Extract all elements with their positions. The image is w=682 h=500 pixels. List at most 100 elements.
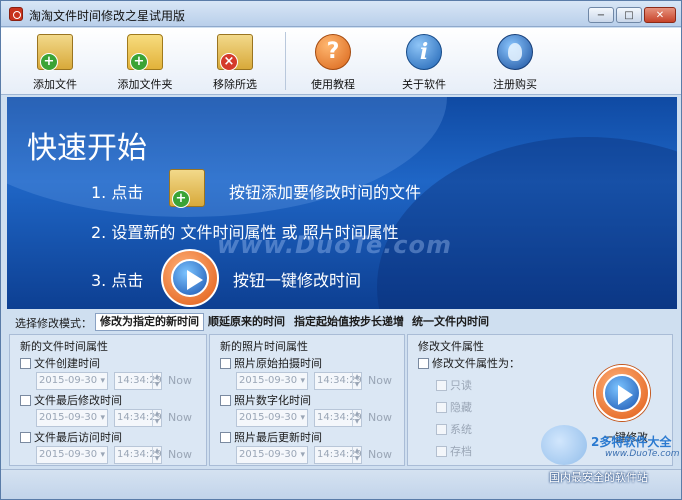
photo-updated-checkbox[interactable]: 照片最后更新时间 (220, 429, 322, 445)
date-picker[interactable]: 2015-09-30 (236, 372, 308, 390)
watermark-slogan: 国内最安全的软件站 (549, 471, 648, 484)
file-accessed-checkbox[interactable]: 文件最后访问时间 (20, 429, 122, 445)
attr-system-checkbox[interactable]: 系统 (436, 421, 472, 437)
step3-text: 按钮一键修改时间 (233, 271, 362, 290)
spinner-icon[interactable]: ▲ ▼ (352, 410, 361, 426)
time-picker[interactable]: 14:34:29 ▲ ▼ (114, 409, 162, 427)
now-button[interactable]: Now (368, 448, 392, 461)
remove-badge-icon: × (220, 53, 238, 71)
checkbox-box[interactable] (220, 394, 231, 406)
mode-tab-unify[interactable]: 统一文件内时间 (407, 313, 494, 331)
about-label: 关于软件 (402, 78, 446, 91)
date-picker[interactable]: 2015-09-30 (36, 446, 108, 464)
checkbox-box[interactable] (220, 431, 231, 443)
remove-selected-button[interactable]: × 移除所选 (195, 32, 275, 92)
photo-taken-checkbox[interactable]: 照片原始拍摄时间 (220, 355, 322, 371)
date-picker[interactable]: 2015-09-30 (36, 372, 108, 390)
help-icon: ? (315, 34, 351, 70)
add-file-button[interactable]: + 添加文件 (15, 32, 95, 92)
date-picker[interactable]: 2015-09-30 (236, 446, 308, 464)
file-attr-title: 修改文件属性 (418, 340, 484, 353)
close-icon: ✕ (655, 9, 665, 21)
attr-hidden-checkbox[interactable]: 隐藏 (436, 399, 472, 415)
attr-archive-checkbox[interactable]: 存档 (436, 443, 472, 459)
spinner-icon[interactable]: ▲ ▼ (152, 410, 161, 426)
step1-text: 按钮添加要修改时间的文件 (229, 183, 422, 202)
spinner-icon[interactable]: ▲ ▼ (352, 447, 361, 463)
mascot-icon (541, 425, 587, 465)
watermark-url: www.DuoTe.com (605, 449, 680, 459)
add-folder-icon: + (127, 34, 163, 71)
checkbox-box[interactable] (20, 394, 31, 406)
time-picker[interactable]: 14:34:29 ▲ ▼ (314, 372, 362, 390)
add-file-icon: + (169, 169, 205, 208)
app-window: 淘淘文件时间修改之星试用版 − □ ✕ + 添加文件 + 添加文件夹 × 移除所… (0, 0, 682, 500)
info-icon: i (406, 34, 442, 70)
now-button[interactable]: Now (368, 411, 392, 424)
one-click-modify-button[interactable] (594, 365, 650, 421)
about-button[interactable]: i 关于软件 (384, 32, 464, 92)
photo-time-title: 新的照片时间属性 (220, 340, 308, 353)
quick-start-banner: 快速开始 1. 点击 + 按钮添加要修改时间的文件 2. 设置新的 文件时间属性… (7, 97, 677, 309)
checkbox-box[interactable] (20, 357, 31, 369)
minimize-button[interactable]: − (588, 7, 614, 23)
watermark-name: 2多特软件大全 (591, 435, 672, 449)
title-bar: 淘淘文件时间修改之星试用版 − □ ✕ (1, 1, 681, 27)
now-button[interactable]: Now (368, 374, 392, 387)
time-picker[interactable]: 14:34:29 ▲ ▼ (314, 446, 362, 464)
banner-title: 快速开始 (27, 131, 147, 166)
add-file-icon: + (37, 34, 73, 71)
photo-digitized-checkbox[interactable]: 照片数字化时间 (220, 392, 311, 408)
plus-badge-icon: + (172, 190, 190, 208)
maximize-icon: □ (624, 9, 634, 21)
now-button[interactable]: Now (168, 411, 192, 424)
plus-badge-icon: + (40, 53, 58, 71)
attr-readonly-checkbox[interactable]: 只读 (436, 377, 472, 393)
plus-badge-icon: + (130, 53, 148, 71)
checkbox-box[interactable] (418, 357, 429, 369)
file-created-checkbox[interactable]: 文件创建时间 (20, 355, 100, 371)
mode-label: 选择修改模式： (15, 317, 92, 330)
date-picker[interactable]: 2015-09-30 (36, 409, 108, 427)
add-file-label: 添加文件 (33, 78, 77, 91)
file-time-panel: 新的文件时间属性 文件创建时间 2015-09-30 14:34:29▲▼ No… (9, 334, 207, 466)
mode-tab-postpone[interactable]: 顺延原来的时间 (203, 313, 290, 331)
file-modified-checkbox[interactable]: 文件最后修改时间 (20, 392, 122, 408)
checkbox-box[interactable] (20, 431, 31, 443)
register-icon (497, 34, 533, 70)
now-button[interactable]: Now (168, 374, 192, 387)
toolbar-divider (285, 32, 286, 90)
tutorial-button[interactable]: ? 使用教程 (293, 32, 373, 92)
time-picker[interactable]: 14:34:29 ▲ ▼ (314, 409, 362, 427)
now-button[interactable]: Now (168, 448, 192, 461)
remove-selected-label: 移除所选 (213, 78, 257, 91)
step2-text: 2. 设置新的 文件时间属性 或 照片时间属性 (91, 223, 399, 242)
photo-time-panel: 新的照片时间属性 照片原始拍摄时间 2015-09-30 14:34:29▲▼ … (209, 334, 405, 466)
add-folder-button[interactable]: + 添加文件夹 (105, 32, 185, 92)
date-picker[interactable]: 2015-09-30 (236, 409, 308, 427)
maximize-button[interactable]: □ (616, 7, 642, 23)
spinner-icon[interactable]: ▲ ▼ (352, 373, 361, 389)
site-watermark-logo: 2多特软件大全 www.DuoTe.com 国内最安全的软件站 (541, 425, 681, 499)
spinner-icon[interactable]: ▲ ▼ (152, 373, 161, 389)
mode-tab-specified-time[interactable]: 修改为指定的新时间 (95, 313, 204, 331)
spinner-icon[interactable]: ▲ ▼ (152, 447, 161, 463)
mode-tab-step-increment[interactable]: 指定起始值按步长递增 (289, 313, 409, 331)
time-picker[interactable]: 14:34:29 ▲ ▼ (114, 446, 162, 464)
mode-selector: 选择修改模式： 修改为指定的新时间 顺延原来的时间 指定起始值按步长递增 统一文… (7, 312, 677, 332)
app-logo-icon (9, 7, 23, 21)
file-time-title: 新的文件时间属性 (20, 340, 108, 353)
minimize-icon: − (596, 9, 606, 21)
checkbox-box[interactable] (220, 357, 231, 369)
play-icon (603, 374, 641, 412)
tutorial-label: 使用教程 (311, 78, 355, 91)
time-picker[interactable]: 14:34:29 ▲ ▼ (114, 372, 162, 390)
modify-attr-checkbox[interactable]: 修改文件属性为： (418, 355, 520, 371)
window-title: 淘淘文件时间修改之星试用版 (29, 9, 186, 23)
step3-prefix: 3. 点击 (91, 271, 144, 290)
register-label: 注册购买 (493, 78, 537, 91)
register-button[interactable]: 注册购买 (475, 32, 555, 92)
toolbar: + 添加文件 + 添加文件夹 × 移除所选 ? 使用教程 i 关于软件 注册购买 (1, 28, 681, 95)
add-folder-label: 添加文件夹 (117, 78, 173, 91)
close-button[interactable]: ✕ (644, 7, 676, 23)
